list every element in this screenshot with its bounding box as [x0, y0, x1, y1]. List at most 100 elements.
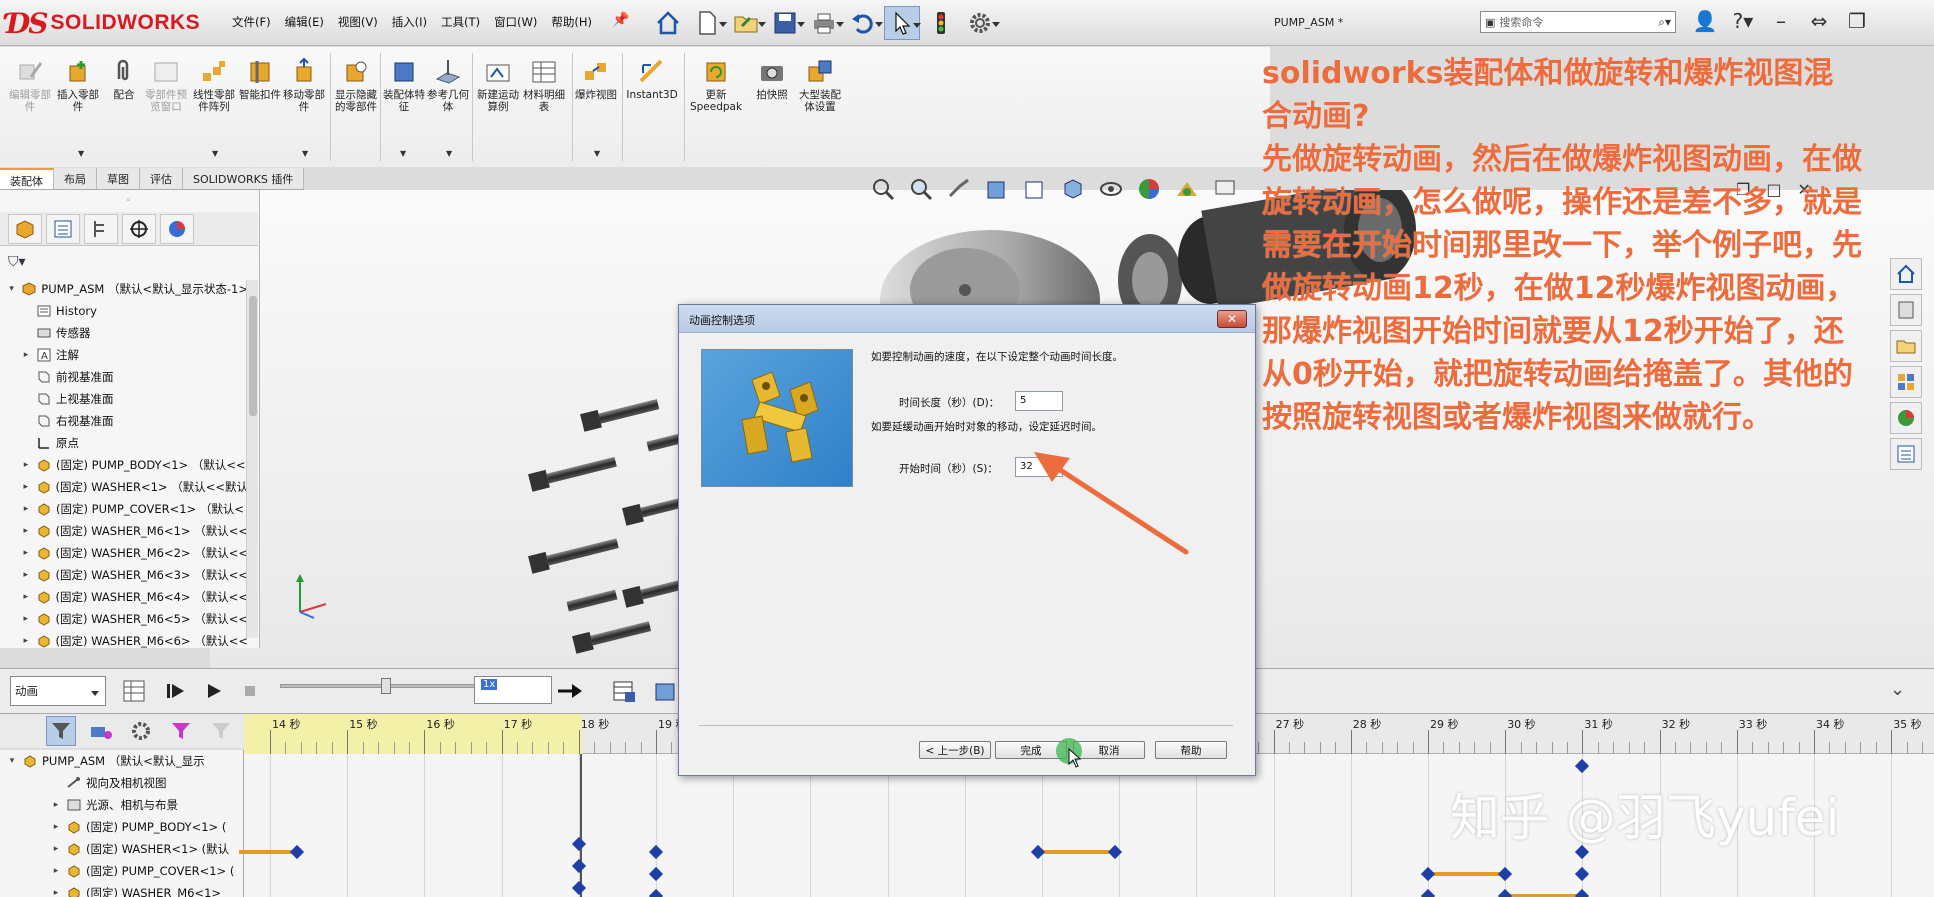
pin-icon[interactable]: 📌: [612, 12, 629, 28]
edit-component-button[interactable]: 编辑零部件: [8, 57, 52, 113]
tab-solidworks-addins[interactable]: SOLIDWORKS 插件: [183, 168, 305, 189]
previous-view-icon[interactable]: [944, 174, 974, 204]
feature-tree-item[interactable]: ▸ (固定) WASHER_M6<4> （默认<<: [0, 586, 249, 608]
keyframe-marker[interactable]: [1108, 844, 1123, 860]
options-gear-icon[interactable]: [962, 6, 1000, 40]
panel-grip-icon[interactable]: ◦: [126, 196, 131, 206]
playback-mode-icon[interactable]: [556, 678, 584, 704]
exploded-view-button[interactable]: 爆炸视图: [574, 57, 618, 101]
menu-file[interactable]: 文件(F): [225, 14, 278, 30]
save-animation-icon[interactable]: [610, 678, 638, 704]
keyframe-marker[interactable]: [1575, 888, 1590, 897]
playback-slider-knob[interactable]: [381, 678, 391, 694]
keyframe-marker[interactable]: [648, 866, 664, 882]
view-orientation-icon[interactable]: [1058, 174, 1088, 204]
component-preview-button[interactable]: 零部件预览窗口: [144, 57, 188, 113]
large-assembly-settings-button[interactable]: 大型装配体设置: [796, 57, 844, 113]
ribbon-dropdown-icon[interactable]: ▼: [212, 149, 218, 158]
playback-speed-select[interactable]: 1x: [474, 676, 552, 704]
expand-toggle-icon[interactable]: ▾: [6, 284, 17, 294]
dimxpert-tab-icon[interactable]: [122, 213, 156, 244]
help-icon[interactable]: ?▾: [1728, 6, 1758, 36]
bill-of-materials-button[interactable]: 材料明细表: [522, 57, 566, 113]
feature-tree-item[interactable]: ▸ (固定) PUMP_COVER<1> （默认<: [0, 498, 248, 520]
appearances-scenes-icon[interactable]: [1890, 402, 1922, 434]
feature-tree-item[interactable]: ▾ PUMP_ASM （默认<默认_显示状态-1>: [0, 278, 248, 300]
expand-toggle-icon[interactable]: ▸: [20, 592, 32, 602]
expand-toggle-icon[interactable]: ▸: [20, 614, 32, 624]
motion-tree-item[interactable]: ▸ (固定) PUMP_BODY<1> (: [0, 816, 243, 838]
filter-selected-icon[interactable]: [126, 716, 156, 746]
feature-tree-item[interactable]: 传感器: [0, 322, 248, 344]
insert-component-button[interactable]: 插入零部件: [56, 57, 100, 113]
custom-properties-icon[interactable]: [1890, 438, 1922, 470]
play-icon[interactable]: [200, 678, 228, 704]
zoom-to-area-icon[interactable]: [906, 174, 936, 204]
keyframe-marker[interactable]: [571, 836, 586, 852]
dynamic-annotation-icon[interactable]: [1020, 174, 1050, 204]
rebuild-traffic-light-icon[interactable]: [923, 6, 959, 40]
expand-toggle-icon[interactable]: ▸: [20, 350, 32, 360]
scrollbar-thumb[interactable]: [249, 296, 257, 416]
menu-edit[interactable]: 编辑(E): [278, 14, 331, 30]
dialog-close-icon[interactable]: ✕: [1217, 310, 1247, 328]
expand-toggle-icon[interactable]: ▸: [20, 526, 32, 536]
move-component-button[interactable]: 移动零部件: [282, 57, 326, 113]
undo-icon[interactable]: [845, 6, 883, 40]
file-explorer-icon[interactable]: [1890, 330, 1922, 362]
feature-tree-item[interactable]: 前视基准面: [0, 366, 248, 388]
expand-toggle-icon[interactable]: ▸: [20, 460, 32, 470]
new-document-icon[interactable]: [689, 6, 727, 40]
feature-tree-item[interactable]: ▸ (固定) PUMP_BODY<1> （默认<<: [0, 454, 248, 476]
tab-evaluate[interactable]: 评估: [140, 168, 183, 189]
open-folder-icon[interactable]: [728, 6, 766, 40]
feature-tree-item[interactable]: 上视基准面: [0, 388, 248, 410]
feature-tree-item[interactable]: ▸ (固定) WASHER<1> （默认<<默认: [0, 476, 249, 498]
keyframe-marker[interactable]: [648, 844, 664, 860]
feature-tree-item[interactable]: ▸ (固定) WASHER_M6<6> （默认<<: [0, 630, 249, 652]
filter-animated-icon[interactable]: [46, 716, 76, 746]
zoom-timeline-icon[interactable]: [206, 716, 236, 746]
hide-show-items-icon[interactable]: [1096, 174, 1126, 204]
keyframe-marker[interactable]: [289, 844, 305, 860]
motion-tree-item[interactable]: 视向及相机视图: [0, 772, 243, 794]
view-settings-icon[interactable]: [1210, 174, 1240, 204]
expand-toggle-icon[interactable]: ▾: [6, 756, 18, 766]
expand-toggle-icon[interactable]: ▸: [20, 548, 32, 558]
filter-driving-icon[interactable]: [86, 716, 116, 746]
keyframe-marker[interactable]: [648, 888, 664, 897]
ribbon-dropdown-icon[interactable]: ▼: [78, 149, 84, 158]
configuration-manager-tab-icon[interactable]: [84, 213, 118, 244]
play-from-start-icon[interactable]: [162, 678, 190, 704]
expand-toggle-icon[interactable]: ▸: [20, 482, 32, 492]
feature-tree-item[interactable]: 原点: [0, 432, 248, 454]
search-input[interactable]: 搜索命令: [1499, 14, 1654, 30]
feature-tree-item[interactable]: ▸ (固定) WASHER_M6<1> （默认<<: [0, 520, 249, 542]
tab-sketch[interactable]: 草图: [97, 168, 140, 189]
duration-input[interactable]: 5: [1015, 391, 1063, 411]
linear-pattern-button[interactable]: 线性零部件阵列: [192, 57, 236, 113]
feature-tree-item[interactable]: ▸ (固定) WASHER_M6<3> （默认<<: [0, 564, 249, 586]
new-motion-study-button[interactable]: 新建运动算例: [476, 57, 520, 113]
feature-manager-tab-icon[interactable]: [8, 213, 42, 244]
print-icon[interactable]: [806, 6, 844, 40]
playback-slider[interactable]: [280, 678, 476, 694]
ribbon-dropdown-icon[interactable]: ▼: [594, 149, 600, 158]
keyframe-marker[interactable]: [1031, 844, 1046, 860]
user-icon[interactable]: 👤: [1690, 6, 1720, 36]
take-snapshot-button[interactable]: 拍快照: [750, 57, 794, 101]
tab-assembly[interactable]: 装配体: [0, 168, 54, 189]
collapse-motion-manager-icon[interactable]: ⌄: [1890, 679, 1905, 700]
ribbon-dropdown-icon[interactable]: ▼: [400, 149, 406, 158]
mate-button[interactable]: 配合: [102, 57, 146, 101]
ribbon-dropdown-icon[interactable]: ▼: [302, 149, 308, 158]
menu-help[interactable]: 帮助(H): [544, 14, 599, 30]
feature-tree-scrollbar[interactable]: [246, 280, 258, 638]
reference-geometry-button[interactable]: 参考几何体: [426, 57, 470, 113]
expand-toggle-icon[interactable]: ▸: [50, 822, 62, 832]
edit-appearance-icon[interactable]: [1134, 174, 1164, 204]
keyframe-marker[interactable]: [1575, 866, 1590, 882]
show-hidden-components-button[interactable]: 显示隐藏的零部件: [334, 57, 378, 113]
ribbon-dropdown-icon[interactable]: ▼: [446, 149, 452, 158]
tree-filter-icon[interactable]: ⛉▾: [8, 254, 26, 270]
